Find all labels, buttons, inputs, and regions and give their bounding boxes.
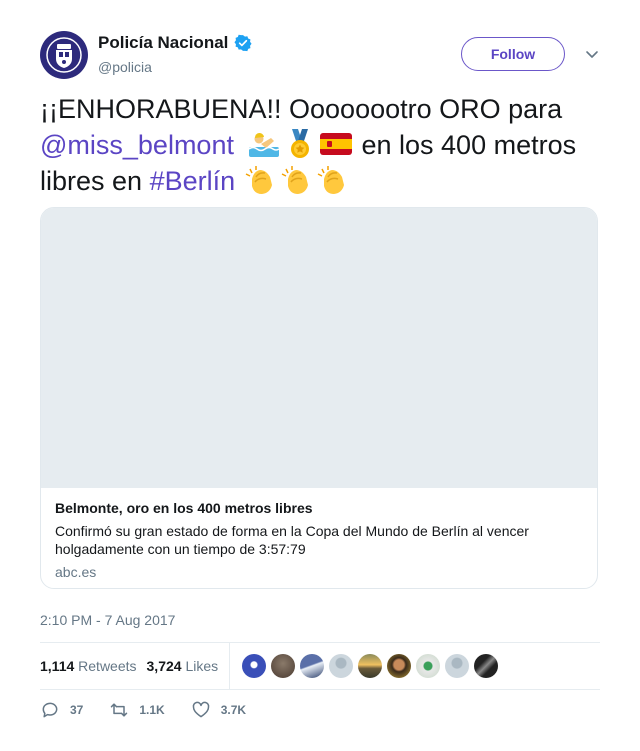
- police-badge-icon: [46, 37, 82, 73]
- card-description: Confirmó su gran estado de forma en la C…: [55, 523, 529, 557]
- clap-emoji: [317, 166, 345, 194]
- chevron-down-icon[interactable]: [584, 48, 600, 62]
- liker-avatar[interactable]: [329, 654, 354, 678]
- retweets-label: Retweets: [78, 658, 137, 674]
- spain-flag-emoji: [319, 133, 352, 155]
- likes-label: Likes: [185, 658, 219, 674]
- liker-avatars: [242, 654, 499, 678]
- verified-badge-icon: [234, 34, 252, 52]
- medal-emoji: [290, 129, 309, 158]
- liker-avatar[interactable]: [271, 654, 296, 678]
- author-name-row: Policía Nacional: [98, 33, 252, 53]
- retweet-count: 1.1K: [139, 703, 165, 717]
- hashtag-link[interactable]: #Berlín: [150, 166, 236, 196]
- card-title: Belmonte, oro en los 400 metros libres: [55, 500, 313, 516]
- tweet-timestamp[interactable]: 2:10 PM - 7 Aug 2017: [40, 612, 175, 628]
- engagement-stats: 1,114 Retweets 3,724 Likes: [40, 643, 600, 689]
- swimmer-emoji: [248, 132, 280, 157]
- clap-emoji: [281, 166, 309, 194]
- stats-separator: [229, 643, 231, 689]
- retweet-icon: [111, 703, 128, 717]
- reply-icon: [42, 702, 58, 718]
- mention-link[interactable]: @miss_belmont: [40, 130, 234, 160]
- retweet-button[interactable]: 1.1K: [109, 700, 165, 720]
- card-image-placeholder[interactable]: [41, 208, 597, 488]
- liker-avatar[interactable]: [300, 654, 325, 678]
- link-preview-card[interactable]: Belmonte, oro en los 400 metros libres C…: [40, 207, 598, 589]
- reply-count: 37: [70, 703, 84, 717]
- like-button[interactable]: 3.7K: [191, 700, 246, 720]
- likes-stat[interactable]: 3,724 Likes: [147, 658, 219, 674]
- heart-icon: [192, 701, 210, 718]
- liker-avatar[interactable]: [445, 654, 470, 678]
- divider: [40, 689, 600, 690]
- liker-avatar[interactable]: [387, 654, 412, 678]
- tweet-actions: 37 1.1K 3.7K: [40, 700, 272, 720]
- author-avatar[interactable]: [40, 31, 88, 79]
- follow-button[interactable]: Follow: [461, 37, 565, 71]
- clap-emoji: [245, 166, 273, 194]
- liker-avatar[interactable]: [242, 654, 267, 678]
- tweet-text-part1: ¡¡ENHORABUENA!! Oooooootro ORO para: [40, 94, 563, 124]
- likes-count: 3,724: [146, 658, 182, 674]
- tweet-text: ¡¡ENHORABUENA!! Oooooootro ORO para @mis…: [40, 91, 610, 199]
- author-display-name[interactable]: Policía Nacional: [98, 33, 228, 53]
- retweets-stat[interactable]: 1,114 Retweets: [40, 658, 137, 674]
- liker-avatar[interactable]: [474, 654, 499, 678]
- liker-avatar[interactable]: [358, 654, 383, 678]
- liker-avatar[interactable]: [416, 654, 441, 678]
- like-count: 3.7K: [220, 703, 247, 717]
- reply-button[interactable]: 37: [40, 700, 83, 720]
- author-handle[interactable]: @policia: [98, 59, 152, 75]
- card-domain: abc.es: [55, 564, 97, 580]
- retweets-count: 1,114: [40, 658, 75, 674]
